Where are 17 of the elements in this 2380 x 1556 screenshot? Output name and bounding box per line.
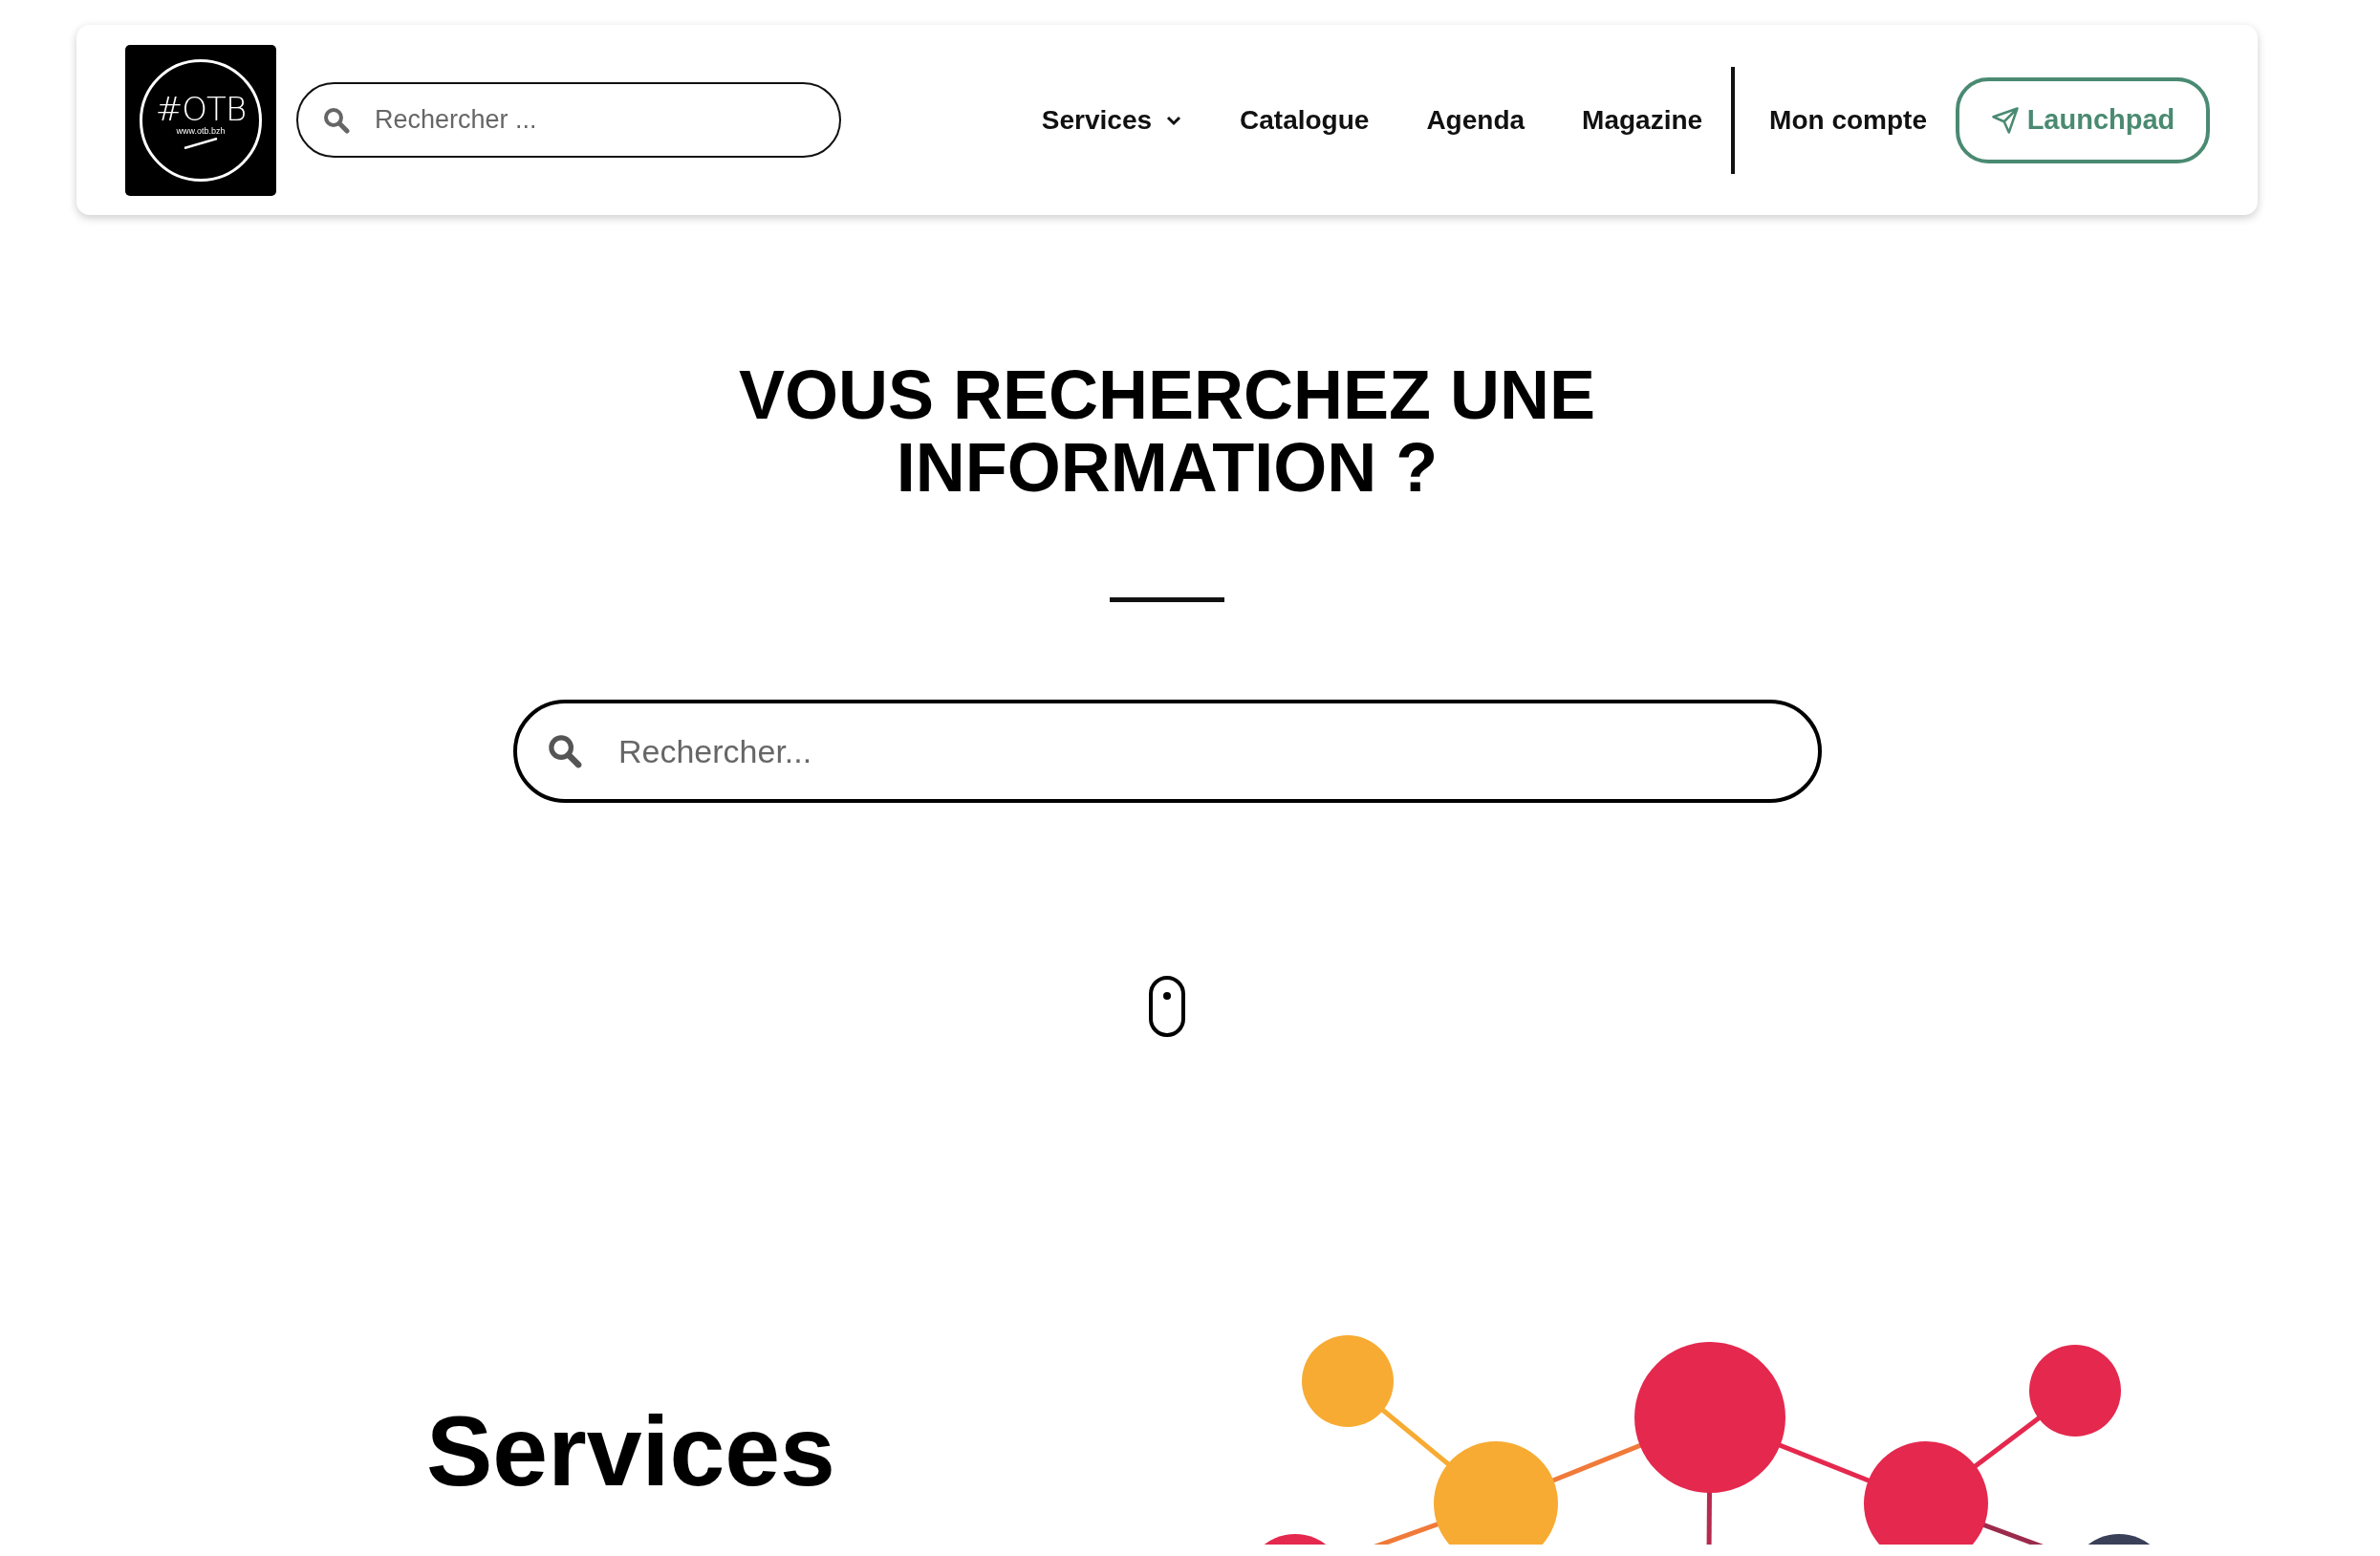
- account-link[interactable]: Mon compte: [1769, 104, 1927, 136]
- mouse-icon: [1148, 975, 1186, 1038]
- search-field[interactable]: Rechercher...: [513, 700, 1822, 803]
- hero-title: VOUS RECHERCHEZ UNE INFORMATION ?: [737, 358, 1597, 504]
- paper-plane-icon: [1990, 105, 2020, 135]
- nav-link[interactable]: Agenda: [1426, 104, 1525, 136]
- logo-url: www.otb.bzh: [176, 125, 226, 136]
- launchpad-button[interactable]: Launchpad: [1956, 76, 2210, 163]
- logo-text: #OTB: [155, 91, 247, 126]
- nav-link[interactable]: Services: [1041, 104, 1183, 136]
- nav-link[interactable]: Magazine: [1582, 104, 1703, 136]
- caret-icon: [1165, 114, 1183, 126]
- nav-link[interactable]: Catalogue: [1240, 104, 1370, 136]
- section-title: Services: [426, 1394, 835, 1508]
- search-field[interactable]: Rechercher ...: [296, 82, 841, 158]
- logo[interactable]: #OTB www.otb.bzh: [125, 44, 276, 196]
- slash-icon: [184, 137, 218, 149]
